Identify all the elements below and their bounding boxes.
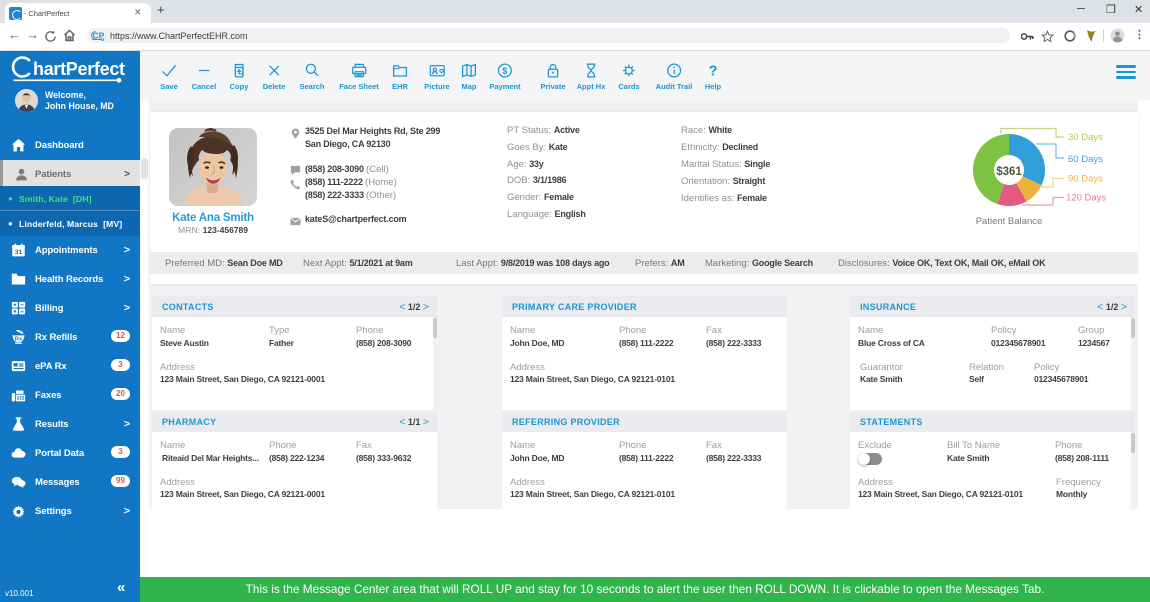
svg-text:$: $ (503, 66, 508, 76)
svg-text:90 Days: 90 Days (1068, 174, 1103, 185)
svg-text:30 Days: 30 Days (1068, 132, 1103, 143)
svg-text:?: ? (709, 64, 718, 79)
svg-text:Rx: Rx (15, 336, 23, 342)
svg-text:31: 31 (15, 249, 23, 256)
svg-text:60 Days: 60 Days (1068, 154, 1103, 165)
svg-text:hartPerfect: hartPerfect (33, 59, 125, 79)
svg-text:120 Days: 120 Days (1066, 193, 1106, 204)
svg-text:$361: $361 (996, 166, 1022, 178)
